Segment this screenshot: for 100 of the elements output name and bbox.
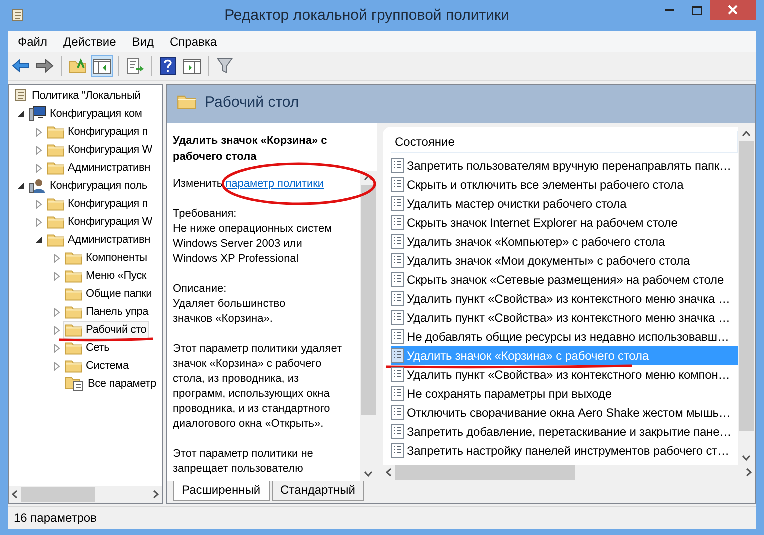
collapsed-arrow-icon[interactable] <box>36 164 42 172</box>
view-tab[interactable]: Расширенный <box>173 481 270 501</box>
scrollbar-thumb[interactable] <box>739 141 754 431</box>
tree-item[interactable]: Конфигурация W <box>45 213 154 231</box>
chevron-up-icon[interactable] <box>742 131 751 137</box>
collapsed-arrow-icon[interactable] <box>36 200 42 208</box>
edit-label: Изменить <box>173 178 224 190</box>
document-icon <box>391 367 404 382</box>
close-icon <box>728 5 738 15</box>
back-arrow-icon <box>12 59 30 73</box>
collapsed-arrow-icon[interactable] <box>36 128 42 136</box>
policy-row[interactable]: Удалить пункт «Свойства» из контекстного меню значка … <box>391 308 738 327</box>
menu-item[interactable]: Справка <box>162 32 226 50</box>
folder-icon <box>47 232 65 248</box>
policy-title: Удалить значок «Корзина» с рабочего стола <box>172 134 328 165</box>
minimize-icon <box>665 9 674 11</box>
tree-item[interactable]: Административн <box>45 159 153 177</box>
chevron-right-icon[interactable] <box>746 468 752 478</box>
policy-settings-link[interactable]: параметр политики <box>226 178 324 190</box>
collapsed-arrow-icon[interactable] <box>54 326 60 334</box>
tree-item[interactable]: Конфигурация поль <box>27 177 150 195</box>
maximize-icon <box>692 6 702 14</box>
chevron-left-icon[interactable] <box>386 468 392 478</box>
menu-item[interactable]: Файл <box>10 32 56 50</box>
chevron-right-icon[interactable] <box>153 490 159 499</box>
horizontal-scrollbar[interactable] <box>9 486 162 503</box>
document-icon <box>391 424 404 439</box>
scrollbar-thumb[interactable] <box>21 487 95 502</box>
document-icon <box>391 196 404 211</box>
view-tab[interactable]: Стандартный <box>272 481 364 501</box>
folder-icon <box>47 160 65 176</box>
menu-item[interactable]: Действие <box>56 32 124 50</box>
tree-item[interactable]: Меню «Пуск <box>63 267 148 285</box>
tree-item[interactable]: Политика "Локальный <box>11 87 143 105</box>
folder-icon <box>47 124 65 140</box>
forward-arrow-icon <box>36 59 54 73</box>
policy-row[interactable]: Удалить значок «Мои документы» с рабочего стола <box>391 251 738 270</box>
tree-item[interactable]: Конфигурация п <box>45 123 150 141</box>
close-button[interactable] <box>710 0 756 20</box>
policy-row[interactable]: Скрыть и отключить все элементы рабочего стола <box>391 175 738 194</box>
scroll-icon <box>10 8 26 24</box>
toolbar-button[interactable] <box>157 55 179 77</box>
folder-icon <box>177 94 197 110</box>
menu-item[interactable]: Вид <box>124 32 162 50</box>
column-header[interactable]: Состояние <box>391 131 738 153</box>
document-icon <box>391 177 404 192</box>
tree-item[interactable]: Конфигурация ком <box>27 105 144 123</box>
policy-row[interactable]: Удалить значок «Компьютер» с рабочего стола <box>391 232 738 251</box>
folder-icon <box>65 268 83 284</box>
policy-row[interactable]: Удалить мастер очистки рабочего стола <box>391 194 738 213</box>
policy-row[interactable]: Запретить добавление, перетаскивание и закрытие пане… <box>391 422 738 441</box>
folder-icon <box>65 286 83 302</box>
tree-item[interactable]: Все параметр <box>63 375 158 393</box>
scroll-icon <box>13 88 29 104</box>
collapsed-arrow-icon[interactable] <box>54 362 60 370</box>
policy-row[interactable]: Не сохранять параметры при выходе <box>391 384 738 403</box>
folder-icon <box>65 304 83 320</box>
chevron-down-icon[interactable] <box>742 454 751 461</box>
tree-item[interactable]: Панель упра <box>63 303 151 321</box>
document-icon <box>391 405 404 420</box>
pane-icon <box>183 58 201 74</box>
tree-item[interactable]: Конфигурация W <box>45 141 154 159</box>
description-paragraph: Этот параметр политики удаляет значок «Корзина» с рабочего стола, из проводника, из программ, использующих окна проводника, и из стандартного диалогового окна «Открыть». <box>173 342 344 432</box>
chevron-left-icon[interactable] <box>12 490 18 499</box>
policy-row[interactable]: Удалить пункт «Свойства» из контекстного меню компон… <box>391 365 738 384</box>
status-text: 16 параметров <box>14 511 97 525</box>
scrollbar-thumb[interactable] <box>395 465 575 480</box>
policy-row[interactable]: Скрыть значок Internet Explorer на рабочем столе <box>391 213 738 232</box>
collapsed-arrow-icon[interactable] <box>54 254 60 262</box>
policy-row[interactable]: Запретить настройку панелей инструментов рабочего ст… <box>391 441 738 460</box>
document-icon <box>391 310 404 325</box>
collapsed-arrow-icon[interactable] <box>54 344 60 352</box>
collapsed-arrow-icon[interactable] <box>54 308 60 316</box>
document-icon <box>391 158 404 173</box>
chevron-up-icon[interactable] <box>364 175 373 181</box>
folder-icon <box>47 214 65 230</box>
tree-item[interactable]: Общие папки <box>63 285 154 303</box>
tree-item[interactable]: Сеть <box>63 339 112 357</box>
folder-icon <box>65 322 83 338</box>
expanded-arrow-icon[interactable] <box>18 110 24 118</box>
vertical-scrollbar[interactable] <box>360 171 377 481</box>
policy-row[interactable]: Удалить пункт «Свойства» из контекстного меню значка … <box>391 289 738 308</box>
chevron-down-icon[interactable] <box>364 471 373 477</box>
expanded-arrow-icon[interactable] <box>36 236 42 244</box>
scrollbar-thumb[interactable] <box>361 185 376 415</box>
tree-item[interactable]: Конфигурация п <box>45 195 150 213</box>
tree-item[interactable]: Административн <box>45 231 153 249</box>
policy-row[interactable]: Не добавлять общие ресурсы из недавно использовавш… <box>391 327 738 346</box>
expanded-arrow-icon[interactable] <box>18 182 24 190</box>
folder-up-icon <box>69 58 87 74</box>
tree-item[interactable]: Компоненты <box>63 249 150 267</box>
policy-row[interactable]: Скрыть значок «Сетевые размещения» на рабочем столе <box>391 270 738 289</box>
policy-row[interactable]: Отключить сворачивание окна Aero Shake жестом мышь… <box>391 403 738 422</box>
tree-item[interactable]: Система <box>63 357 131 375</box>
collapsed-arrow-icon[interactable] <box>54 272 60 280</box>
toolbar-button[interactable] <box>91 55 113 77</box>
collapsed-arrow-icon[interactable] <box>36 218 42 226</box>
collapsed-arrow-icon[interactable] <box>36 146 42 154</box>
folder-list-icon <box>65 376 85 392</box>
policy-row[interactable]: Запретить пользователям вручную перенаправлять папк… <box>391 156 738 175</box>
